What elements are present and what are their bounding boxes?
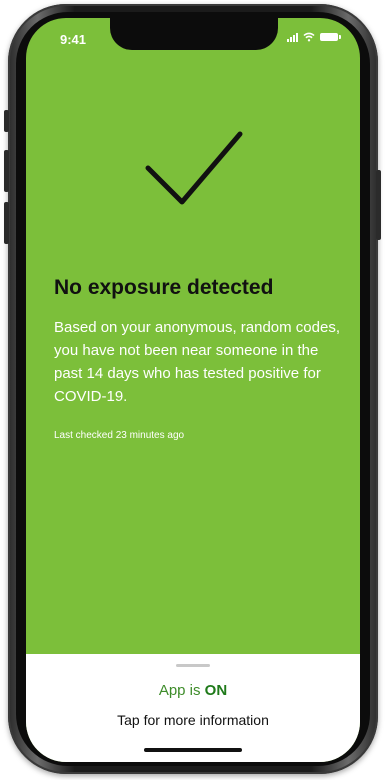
app-status-line: App is ON xyxy=(26,682,360,699)
app-status-value: ON xyxy=(204,682,228,699)
wifi-icon xyxy=(303,32,315,42)
last-checked-text: Last checked 23 minutes ago xyxy=(54,430,185,441)
sheet-grabber-handle[interactable] xyxy=(176,664,210,667)
power-button xyxy=(376,170,381,240)
notch xyxy=(110,18,278,50)
home-indicator[interactable] xyxy=(144,748,242,752)
battery-icon xyxy=(320,33,341,41)
exposure-title: No exposure detected xyxy=(54,276,274,299)
more-info-link[interactable]: Tap for more information xyxy=(26,712,360,728)
app-status-prefix: App is xyxy=(158,682,205,699)
volume-button xyxy=(4,150,9,192)
app-screen: 9:41 No exposure detected Based on your … xyxy=(26,18,360,762)
signal-icon xyxy=(287,32,298,42)
status-icons xyxy=(287,32,341,42)
checkmark-icon xyxy=(145,131,243,205)
exposure-description: Based on your anonymous, random codes, y… xyxy=(54,319,341,405)
volume-button xyxy=(4,202,9,244)
app-status-sheet[interactable]: App is ON Tap for more information xyxy=(26,654,360,762)
status-time: 9:41 xyxy=(60,32,87,47)
volume-button xyxy=(4,110,9,132)
